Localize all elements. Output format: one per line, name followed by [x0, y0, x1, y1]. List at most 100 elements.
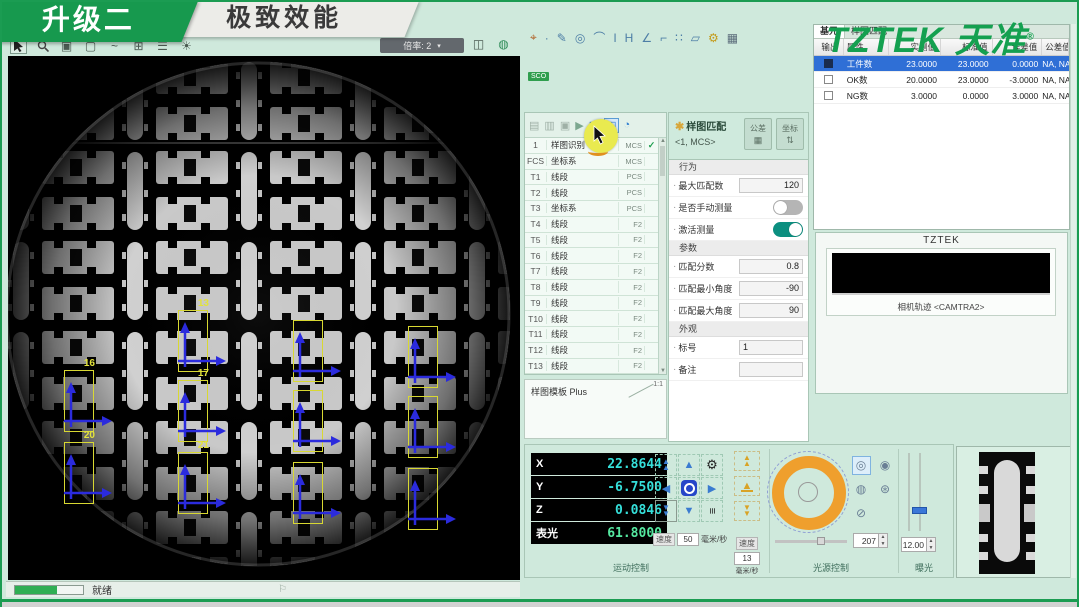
template-editor-box[interactable]: 样图模板 Plus 1:1 — [524, 379, 667, 439]
motion-section-label: 运动控制 — [613, 561, 649, 574]
线段[interactable]: T9 线段 F2 — [525, 296, 658, 312]
corner-icon[interactable]: ⌐ — [660, 31, 667, 45]
param-input[interactable]: 90 — [739, 303, 803, 318]
point-icon[interactable]: · — [545, 31, 549, 45]
axes-arrows-icon — [290, 325, 342, 385]
light-value[interactable]: 207 — [853, 533, 879, 548]
tolerance-icon: ▦ — [754, 135, 763, 146]
results-row[interactable]: OK数 20.0000 23.0000 -3.0000 NA, NA — [814, 72, 1069, 88]
ring-quadrant-icon[interactable]: ◉ — [880, 458, 890, 472]
slider-thumb[interactable] — [817, 537, 825, 545]
线段[interactable]: T11 线段 F2 — [525, 327, 658, 343]
speed-input[interactable]: 50 — [677, 533, 699, 546]
线段[interactable]: T12 线段 F2 — [525, 343, 658, 359]
exposure-track-right[interactable] — [919, 453, 921, 531]
timer-icon[interactable]: ◔ — [624, 119, 631, 131]
param-input[interactable]: 120 — [739, 178, 803, 193]
save-icon[interactable]: ▣ — [560, 119, 570, 132]
section-title: 参数 — [669, 241, 808, 256]
exposure-track-left[interactable] — [908, 453, 910, 531]
exposure-value[interactable]: 12.00 — [901, 537, 927, 552]
jog-settings-button[interactable]: ⚙ — [701, 454, 723, 476]
gear-color-icon[interactable]: ⚙ — [708, 31, 719, 45]
jog-down-button[interactable]: ▼ — [678, 500, 700, 522]
circle-icon[interactable]: ◎ — [575, 31, 585, 45]
arc-icon[interactable]: ⌒ — [593, 29, 605, 46]
线段[interactable]: T7 线段 F2 — [525, 264, 658, 280]
snapshot-icon[interactable]: ◫ — [470, 36, 487, 52]
jog-up-button[interactable]: ▲ — [678, 454, 700, 476]
ring-all-icon[interactable]: ◎ — [852, 456, 871, 475]
toggle-switch[interactable] — [773, 200, 803, 215]
坐标系[interactable]: FCS 坐标系 MCS — [525, 154, 658, 170]
param-input[interactable]: 1 — [739, 340, 803, 355]
z-speed-input[interactable]: 13 — [734, 552, 760, 565]
z-up-fast-button[interactable]: ▲ ▲ — [734, 451, 760, 471]
scroll-up-icon[interactable]: ▲ — [659, 138, 667, 144]
globe-icon[interactable]: ◍ — [495, 36, 512, 52]
ring-off-icon[interactable]: ⊘ — [856, 506, 866, 520]
线段[interactable]: T10 线段 F2 — [525, 311, 658, 327]
spin-down-icon[interactable]: ▼ — [879, 541, 887, 548]
z-home-button[interactable]: ▲ — [734, 476, 760, 496]
window-scrollbar[interactable] — [1070, 24, 1076, 578]
magnification-dropdown[interactable]: 倍率: 2▾ — [380, 38, 464, 53]
camera-live-view[interactable]: 13 — [8, 56, 520, 580]
calculator-icon[interactable]: ▦ — [727, 31, 738, 45]
output-checkbox[interactable] — [824, 91, 833, 100]
线段[interactable]: T13 线段 F2 — [525, 359, 658, 375]
match-marker — [293, 320, 323, 382]
z-down-fast-button[interactable]: ▼ ▼ — [734, 501, 760, 521]
width-icon[interactable]: H — [625, 31, 634, 45]
scatter-icon[interactable]: ∷ — [675, 31, 683, 45]
jog-tuning-button[interactable]: ≡ — [701, 500, 723, 522]
线段[interactable]: T8 线段 F2 — [525, 280, 658, 296]
坐标系[interactable]: T3 坐标系 PCS — [525, 201, 658, 217]
polygon-icon[interactable]: ▱ — [691, 31, 700, 45]
section-title: 外观 — [669, 322, 808, 337]
program-scrollbar[interactable]: ▲ ▼ — [658, 138, 666, 374]
results-row[interactable]: NG数 3.0000 0.0000 3.0000 NA, NA — [814, 88, 1069, 104]
线段[interactable]: T1 线段 PCS — [525, 170, 658, 186]
camera-panel-title: TZTEK — [816, 233, 1067, 248]
axes-arrows-icon — [175, 315, 227, 375]
线段[interactable]: T5 线段 F2 — [525, 233, 658, 249]
coordinate-row: Y -6.7500 — [531, 476, 667, 498]
param-input-row: 备注 — [669, 359, 808, 381]
线段[interactable]: T6 线段 F2 — [525, 248, 658, 264]
jog-left-button[interactable]: ◀ — [655, 477, 677, 499]
camera-card[interactable]: 相机轨迹 <CAMTRA2> — [826, 248, 1056, 316]
spin-down-icon[interactable]: ▼ — [927, 545, 935, 552]
ring-segments-icon[interactable]: ⊛ — [880, 482, 890, 496]
open-icon[interactable]: ▤ — [529, 119, 539, 132]
import-icon[interactable]: ▥ — [544, 119, 554, 132]
线段[interactable]: T4 线段 F2 — [525, 217, 658, 233]
match-marker — [293, 462, 323, 524]
param-input[interactable] — [739, 362, 803, 377]
swap-axes-icon: ⇅ — [786, 135, 794, 146]
distance-icon[interactable]: I — [613, 31, 616, 45]
jog-stop-button[interactable] — [678, 477, 700, 499]
tolerance-button[interactable]: 公差▦ — [744, 118, 772, 150]
ring-light-diagram[interactable] — [772, 456, 846, 530]
ring-half-icon[interactable]: ◍ — [856, 482, 866, 496]
toggle-switch[interactable] — [773, 222, 803, 237]
angle-icon[interactable]: ∠ — [641, 31, 652, 45]
exposure-handle[interactable] — [912, 507, 927, 514]
match-marker: 16 — [64, 370, 94, 432]
线段[interactable]: T2 线段 PCS — [525, 185, 658, 201]
line-icon[interactable]: ✎ — [557, 31, 567, 45]
axes-arrows-icon — [290, 467, 342, 527]
light-intensity-slider[interactable] — [775, 540, 847, 543]
exposure-section-label: 曝光 — [915, 561, 933, 574]
jog-up-fast-button[interactable]: ▲ ▲ — [655, 454, 677, 476]
scroll-down-icon[interactable]: ▼ — [659, 368, 667, 374]
jog-right-button[interactable]: ▶ — [701, 477, 723, 499]
param-input[interactable]: 0.8 — [739, 259, 803, 274]
axes-icon[interactable]: ⌖ — [530, 30, 537, 45]
jog-down-fast-button[interactable]: ▼ ▼ — [655, 500, 677, 522]
run-icon[interactable]: ▶ — [575, 119, 583, 132]
coordinate-button[interactable]: 坐标⇅ — [776, 118, 804, 150]
param-input[interactable]: -90 — [739, 281, 803, 296]
output-checkbox[interactable] — [824, 75, 833, 84]
